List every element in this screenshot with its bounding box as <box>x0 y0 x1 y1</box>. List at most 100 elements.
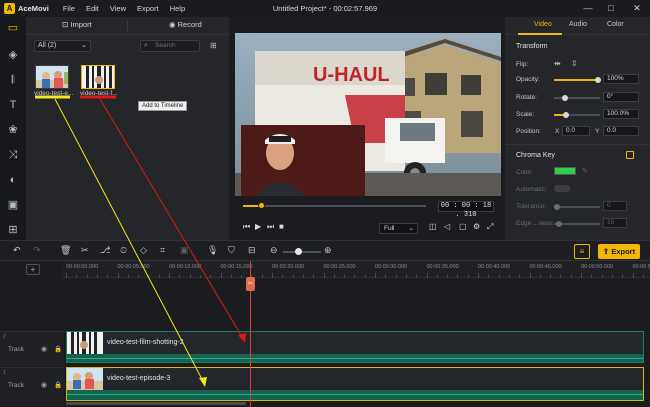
grid-view-icon[interactable]: ⊞ <box>210 41 217 50</box>
lock-icon[interactable]: 🔒 <box>54 345 62 353</box>
tab-video[interactable]: Video <box>534 21 552 28</box>
fullscreen-icon[interactable]: ⤢ <box>487 222 493 232</box>
undo-icon[interactable]: ↶ <box>13 245 21 256</box>
opacity-slider-handle[interactable] <box>595 77 601 83</box>
media-filter-select[interactable]: All (2) ⌄ <box>34 40 91 52</box>
minimize-icon[interactable]: — <box>581 2 595 15</box>
ruler-tick <box>632 273 634 278</box>
timeline-clip-episode[interactable]: video-test-episode-3 <box>66 367 644 401</box>
fit-timeline-icon[interactable]: ⊟ <box>248 245 256 256</box>
ruler-tick <box>138 275 140 278</box>
freeze-frame-icon[interactable]: ▣ <box>180 245 189 256</box>
flip-vertical-icon[interactable]: ⇳ <box>571 59 578 68</box>
edge-thickness-input[interactable]: 10 <box>603 218 627 228</box>
lock-icon[interactable]: 🔒 <box>54 381 62 389</box>
add-track-button[interactable]: + <box>26 264 40 275</box>
flip-horizontal-icon[interactable]: ⇹ <box>554 59 561 68</box>
media-search-input[interactable]: ⌕ Search <box>140 40 200 52</box>
eyedropper-icon[interactable]: ✎ <box>582 167 588 175</box>
chroma-color-swatch[interactable] <box>554 167 576 175</box>
scale-slider-handle[interactable] <box>563 112 569 118</box>
svg-text:U-HAUL: U-HAUL <box>313 64 390 86</box>
tab-audio[interactable]: Audio <box>569 21 587 28</box>
timeline-clip-film-shotting[interactable]: video-test-film-shotting-2 <box>66 331 644 363</box>
close-icon[interactable]: ✕ <box>630 2 644 15</box>
eye-icon[interactable]: ◉ <box>41 381 47 389</box>
playhead-split-icon[interactable]: ✂ <box>246 277 255 291</box>
prev-frame-icon[interactable]: ⏮ <box>243 222 250 232</box>
volume-icon[interactable]: ◁ <box>444 222 450 231</box>
redo-icon[interactable]: ↷ <box>33 245 41 256</box>
menu-view[interactable]: View <box>110 4 126 13</box>
tab-color[interactable]: Color <box>607 21 624 28</box>
ruler-tick <box>96 275 98 278</box>
eye-icon[interactable]: ◉ <box>41 345 47 353</box>
video-player[interactable]: U-HAUL <box>235 33 501 196</box>
tolerance-slider[interactable] <box>554 204 600 210</box>
opacity-input[interactable]: 100% <box>603 74 639 84</box>
timeline-scrollbar[interactable] <box>66 402 246 405</box>
video-frame: U-HAUL <box>235 33 501 196</box>
layers-icon[interactable]: ◈ <box>5 47 21 63</box>
chroma-key-checkbox[interactable] <box>626 151 634 159</box>
snapshot-icon[interactable]: ◫ <box>429 222 437 231</box>
ruler-tick-label: 00:00:05.000 <box>117 264 150 270</box>
delete-icon[interactable]: 🗑 <box>60 245 71 256</box>
seek-handle[interactable] <box>258 202 265 209</box>
settings-icon[interactable]: ⚙ <box>473 222 480 231</box>
menu-help[interactable]: Help <box>170 4 185 13</box>
speed-icon[interactable]: ⏲ <box>120 245 127 256</box>
zoom-out-icon[interactable]: ⊖ <box>270 245 278 256</box>
transitions-icon[interactable]: ⤨ <box>5 147 21 163</box>
edge-thickness-slider[interactable] <box>554 221 600 227</box>
import-button[interactable]: ⊡ Import <box>62 20 92 29</box>
tolerance-input[interactable]: 0 <box>603 201 627 211</box>
scale-input[interactable]: 100.0% <box>603 109 639 119</box>
text-icon[interactable]: T <box>5 97 21 113</box>
media-folder-icon[interactable]: ▭ <box>5 20 21 36</box>
media-item-film-shotting[interactable] <box>81 65 115 89</box>
zoom-slider-handle[interactable] <box>295 248 302 255</box>
timeline-settings-button[interactable]: ≡ <box>574 244 590 259</box>
next-frame-icon[interactable]: ⏭ <box>267 222 274 232</box>
ruler-tick <box>220 273 222 278</box>
elements-icon[interactable]: ▣ <box>5 197 21 213</box>
cut-icon[interactable]: ✂ <box>81 245 89 256</box>
edge-thickness-slider-handle[interactable] <box>556 221 562 227</box>
menu-export[interactable]: Export <box>137 4 159 13</box>
stop-icon[interactable]: ■ <box>279 222 284 231</box>
opacity-slider[interactable] <box>554 77 601 83</box>
tolerance-slider-handle[interactable] <box>554 204 560 210</box>
left-sidebar: ▭ ◈ 𝄃 T ❀ ⤨ ◐ ▣ ⊞ <box>0 17 26 240</box>
rotate-slider[interactable] <box>554 95 600 101</box>
microphone-icon[interactable]: 🎙 <box>207 245 218 256</box>
time-ruler[interactable]: 00:00:00.000 00:00:05.000 00:00:10.000 00:0… <box>62 261 650 278</box>
menu-edit[interactable]: Edit <box>86 4 99 13</box>
effects-icon[interactable]: ❀ <box>5 122 21 138</box>
sliders-icon: ≡ <box>579 247 585 256</box>
position-x-input[interactable]: 0.0 <box>562 126 590 136</box>
play-icon[interactable]: ▶ <box>255 222 261 231</box>
screen-ratio-icon[interactable]: ▢ <box>459 222 467 231</box>
filters-icon[interactable]: ◐ <box>5 172 21 188</box>
split-screen-icon[interactable]: ⊞ <box>5 222 21 238</box>
timeline-zoom-slider[interactable] <box>283 248 321 255</box>
record-button[interactable]: ◉ Record <box>169 20 202 29</box>
shield-icon[interactable]: ⛉ <box>228 245 235 256</box>
quality-select[interactable]: Full ⌄ <box>379 223 418 234</box>
split-icon[interactable]: ⎇ <box>100 245 110 256</box>
maximize-icon[interactable]: □ <box>604 2 618 15</box>
media-item-episode[interactable] <box>35 65 69 89</box>
rotate-slider-handle[interactable] <box>562 95 568 101</box>
position-y-input[interactable]: 0.0 <box>603 126 639 136</box>
rotate-input[interactable]: 0° <box>603 92 639 102</box>
export-button[interactable]: ⇪ Export <box>598 244 640 259</box>
automatic-toggle[interactable] <box>554 185 570 192</box>
scale-slider[interactable] <box>554 112 600 118</box>
zoom-in-icon[interactable]: ⊕ <box>324 245 332 256</box>
audio-icon[interactable]: 𝄃 <box>5 72 21 88</box>
preview-seek-bar[interactable] <box>243 202 426 209</box>
crop-icon[interactable]: ⌗ <box>160 245 165 256</box>
marker-icon[interactable]: ◇ <box>140 245 147 256</box>
menu-file[interactable]: File <box>63 4 75 13</box>
